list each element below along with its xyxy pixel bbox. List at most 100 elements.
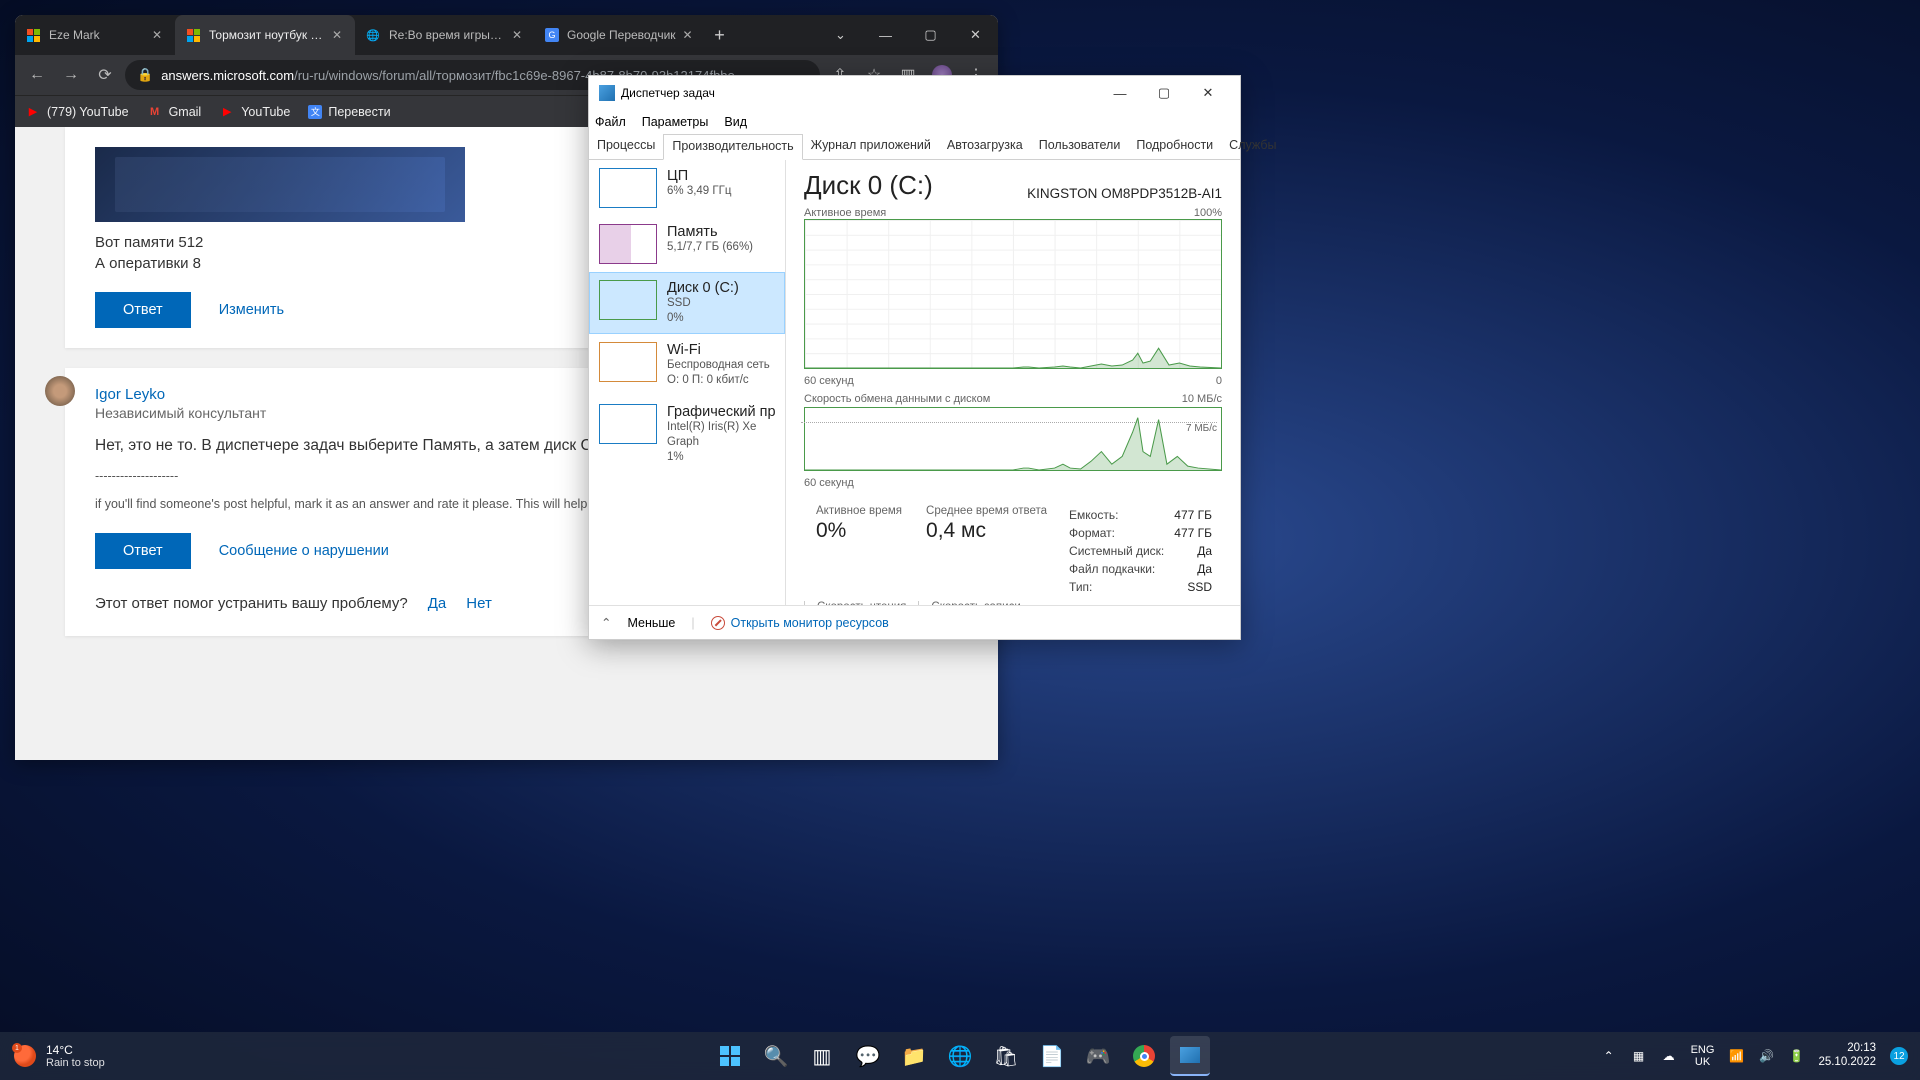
close-button[interactable]: ✕ <box>953 15 998 55</box>
tray-chevron-icon[interactable]: ⌃ <box>1601 1048 1617 1064</box>
fewer-details-link[interactable]: Меньше <box>627 616 675 630</box>
weather-text: Rain to stop <box>46 1057 105 1069</box>
xbox-icon[interactable]: 🎮 <box>1078 1036 1118 1076</box>
maximize-button[interactable]: ▢ <box>908 15 953 55</box>
chrome-icon[interactable] <box>1124 1036 1164 1076</box>
close-icon[interactable]: ✕ <box>329 27 345 43</box>
clock[interactable]: 20:1325.10.2022 <box>1818 1042 1876 1070</box>
ms-logo-icon <box>185 27 201 43</box>
helpful-yes[interactable]: Да <box>428 595 447 612</box>
reload-button[interactable]: ⟳ <box>91 61 119 89</box>
ms-logo-icon <box>25 27 41 43</box>
cloud-icon[interactable]: ☁ <box>1661 1048 1677 1064</box>
tab-services[interactable]: Службы <box>1221 134 1284 159</box>
caret-down-icon[interactable]: ⌄ <box>818 15 863 55</box>
temperature: 14°C <box>46 1043 105 1057</box>
window-title: Диспетчер задач <box>621 86 715 100</box>
stat-label: Скорость чтения <box>817 601 906 605</box>
notification-badge[interactable]: 12 <box>1890 1047 1908 1065</box>
battery-icon[interactable]: 🔋 <box>1788 1048 1804 1064</box>
explorer-icon[interactable]: 📁 <box>894 1036 934 1076</box>
word-icon[interactable]: 📄 <box>1032 1036 1072 1076</box>
chevron-up-icon[interactable]: ⌃ <box>601 615 611 630</box>
author-link[interactable]: Igor Leyko <box>95 386 165 403</box>
bookmark-label: YouTube <box>241 105 290 119</box>
bookmark-youtube[interactable]: ▶ YouTube <box>219 104 290 120</box>
chart-max: 10 МБ/с <box>1182 393 1222 405</box>
disk-heading: Диск 0 (C:) <box>804 170 933 201</box>
minimize-button[interactable]: — <box>863 15 908 55</box>
minimize-button[interactable]: — <box>1098 78 1142 108</box>
avatar[interactable] <box>45 376 75 406</box>
wifi-thumb-icon <box>599 342 657 382</box>
onedrive-icon[interactable]: ▦ <box>1631 1048 1647 1064</box>
new-tab-button[interactable]: + <box>706 15 734 55</box>
back-button[interactable]: ← <box>23 61 51 89</box>
bookmark-gmail[interactable]: MGmail <box>147 104 202 120</box>
attached-screenshot[interactable] <box>95 147 465 222</box>
chart-x0: 60 секунд <box>804 375 854 387</box>
tab-0[interactable]: Eze Mark✕ <box>15 15 175 55</box>
close-icon[interactable]: ✕ <box>509 27 525 43</box>
translate-icon: G <box>545 28 559 42</box>
table-row: Файл подкачки:Да <box>1069 561 1220 577</box>
sidebar-item-wifi[interactable]: Wi-FiБеспроводная сеть О: 0 П: 0 кбит/с <box>589 334 785 396</box>
bookmark-label: Gmail <box>169 105 202 119</box>
tab-performance[interactable]: Производительность <box>663 134 802 160</box>
bookmark-label: Перевести <box>328 105 390 119</box>
reply-button[interactable]: Ответ <box>95 533 191 569</box>
close-icon[interactable]: ✕ <box>680 27 696 43</box>
tab-users[interactable]: Пользователи <box>1031 134 1129 159</box>
tab-details[interactable]: Подробности <box>1128 134 1221 159</box>
wifi-icon[interactable]: 📶 <box>1728 1048 1744 1064</box>
stat-value: 0% <box>816 519 902 543</box>
bookmark-youtube-779[interactable]: ▶(779) YouTube <box>25 104 129 120</box>
sidebar-item-gpu[interactable]: Графический проIntel(R) Iris(R) Xe Graph… <box>589 396 785 473</box>
search-button[interactable]: 🔍 <box>756 1036 796 1076</box>
edit-link[interactable]: Изменить <box>219 302 284 318</box>
tab-strip: Eze Mark✕ Тормозит ноутбук при✕ 🌐Re:Во в… <box>15 15 818 55</box>
transfer-rate-chart: 7 МБ/с <box>804 407 1222 471</box>
bookmark-translate[interactable]: 文Перевести <box>308 105 390 119</box>
task-manager-taskbar-icon[interactable] <box>1170 1036 1210 1076</box>
reply-button[interactable]: Ответ <box>95 292 191 328</box>
sidebar-item-cpu[interactable]: ЦП6% 3,49 ГГц <box>589 160 785 216</box>
close-button[interactable]: ✕ <box>1186 78 1230 108</box>
forward-button[interactable]: → <box>57 61 85 89</box>
maximize-button[interactable]: ▢ <box>1142 78 1186 108</box>
tab-title: Google Переводчик <box>567 28 676 42</box>
stat-label: Активное время <box>816 505 902 517</box>
tm-titlebar[interactable]: Диспетчер задач — ▢ ✕ <box>589 76 1240 110</box>
menu-bar: Файл Параметры Вид <box>589 110 1240 134</box>
edge-icon[interactable]: 🌐 <box>940 1036 980 1076</box>
store-icon[interactable]: 🛍 <box>986 1036 1026 1076</box>
close-icon[interactable]: ✕ <box>149 27 165 43</box>
chart-max: 100% <box>1194 207 1222 219</box>
performance-detail: Диск 0 (C:) KINGSTON OM8PDP3512B-AI1 Акт… <box>786 160 1240 605</box>
sidebar-item-disk[interactable]: Диск 0 (C:)SSD 0% <box>589 272 785 334</box>
chat-app-icon[interactable]: 💬 <box>848 1036 888 1076</box>
task-view-button[interactable]: ▥ <box>802 1036 842 1076</box>
report-link[interactable]: Сообщение о нарушении <box>219 543 389 559</box>
tab-2[interactable]: 🌐Re:Во время игры час✕ <box>355 15 535 55</box>
helpful-no[interactable]: Нет <box>466 595 492 612</box>
tab-startup[interactable]: Автозагрузка <box>939 134 1031 159</box>
youtube-icon: ▶ <box>219 104 235 120</box>
start-button[interactable] <box>710 1036 750 1076</box>
weather-widget[interactable]: 14°CRain to stop <box>0 1043 105 1069</box>
menu-options[interactable]: Параметры <box>642 115 709 129</box>
volume-icon[interactable]: 🔊 <box>1758 1048 1774 1064</box>
open-resource-monitor-link[interactable]: Открыть монитор ресурсов <box>711 616 889 630</box>
window-controls: ⌄ — ▢ ✕ <box>818 15 998 55</box>
menu-file[interactable]: Файл <box>595 115 626 129</box>
taskbar-center: 🔍 ▥ 💬 📁 🌐 🛍 📄 🎮 <box>710 1036 1210 1076</box>
menu-view[interactable]: Вид <box>724 115 747 129</box>
tab-app-history[interactable]: Журнал приложений <box>803 134 939 159</box>
browser-titlebar: Eze Mark✕ Тормозит ноутбук при✕ 🌐Re:Во в… <box>15 15 998 55</box>
language-indicator[interactable]: ENGUK <box>1691 1044 1715 1068</box>
sidebar-item-memory[interactable]: Память5,1/7,7 ГБ (66%) <box>589 216 785 272</box>
tab-1[interactable]: Тормозит ноутбук при✕ <box>175 15 355 55</box>
tab-processes[interactable]: Процессы <box>589 134 663 159</box>
table-row: Системный диск:Да <box>1069 543 1220 559</box>
tab-3[interactable]: G Google Переводчик ✕ <box>535 15 706 55</box>
